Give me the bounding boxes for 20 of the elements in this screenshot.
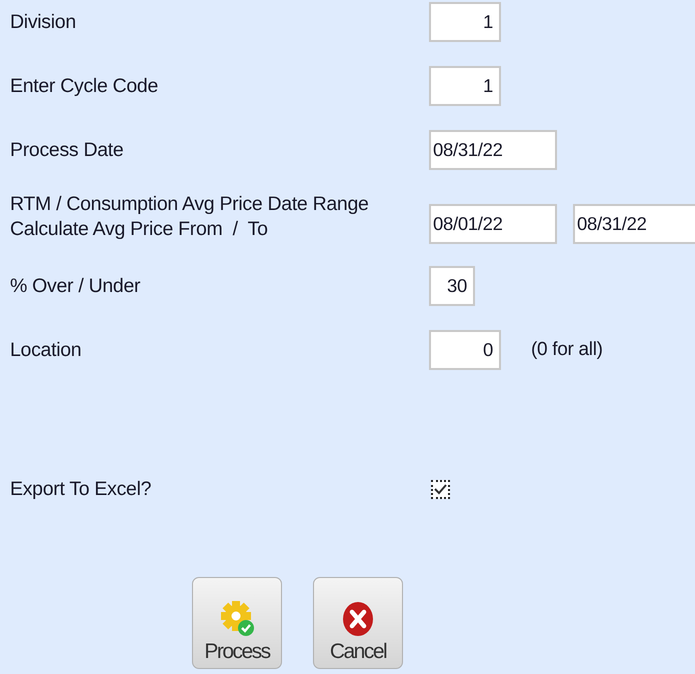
number-field[interactable]: 1 [429,2,501,42]
checkbox[interactable] [431,480,450,498]
field-label: Enter Cycle Code [10,74,160,98]
field-label: Location [10,338,82,362]
date-field[interactable]: 08/31/22 [429,130,557,170]
gear-icon [219,600,255,638]
field-label: RTM / Consumption Avg Price Date Range Calculate Avg Price From / To [10,192,370,242]
cancel-button[interactable]: Cancel [313,577,403,669]
close-icon [341,600,375,638]
date-field[interactable]: 08/01/22 [429,204,557,244]
number-field[interactable]: 0 [429,330,501,370]
number-field[interactable]: 30 [429,266,475,306]
hint-text: (0 for all) [531,339,603,361]
field-label: % Over / Under [10,274,142,298]
field-label: Process Date [10,138,124,162]
date-field[interactable]: 08/31/22 [573,204,695,244]
field-label: Division [10,10,77,34]
field-label: Export To Excel? [10,476,152,502]
process-button[interactable]: Process [192,577,282,669]
number-field[interactable]: 1 [429,66,501,106]
